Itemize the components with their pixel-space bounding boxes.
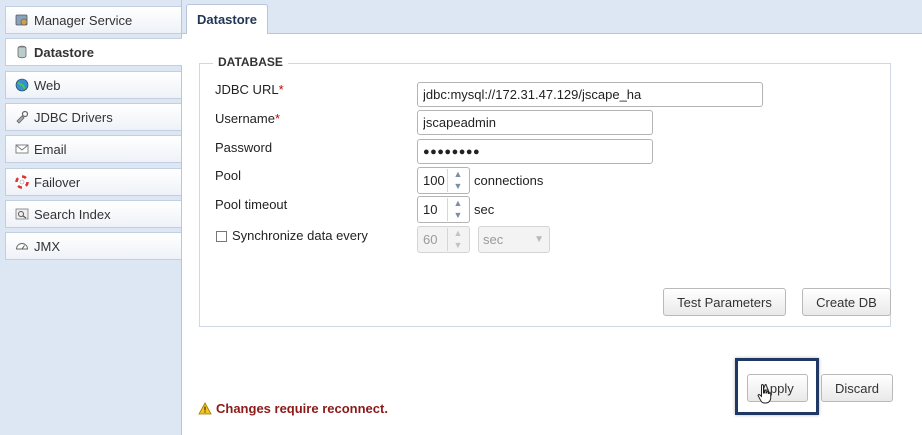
jdbc-url-label-text: JDBC URL (215, 82, 279, 97)
pool-timeout-stepper[interactable]: 10 ▲ ▼ (417, 196, 470, 223)
pool-value: 100 (423, 173, 445, 188)
username-label: Username* (215, 111, 280, 126)
hand-cursor-icon (757, 383, 773, 405)
sidebar-item-label: Web (34, 77, 61, 93)
pool-timeout-label: Pool timeout (215, 197, 288, 212)
chevron-down-icon[interactable]: ▼ (448, 181, 468, 193)
sync-unit-value: sec (483, 232, 504, 247)
chevron-down-icon: ▼ (534, 234, 544, 245)
pool-label: Pool (215, 168, 242, 183)
pool-timeout-unit: sec (474, 202, 495, 217)
sidebar-item-email[interactable]: Email (5, 135, 181, 163)
tab-datastore[interactable]: Datastore (186, 4, 268, 34)
sidebar-item-failover[interactable]: Failover (5, 168, 181, 196)
create-db-button[interactable]: Create DB (802, 288, 891, 316)
gauge-icon (15, 239, 29, 253)
chevron-up-icon: ▲ (453, 228, 463, 239)
sidebar-item-jdbc-drivers[interactable]: JDBC Drivers (5, 103, 181, 131)
sidebar-item-label: Failover (34, 174, 81, 190)
warning-icon (198, 402, 212, 415)
service-icon (15, 13, 29, 27)
username-input[interactable] (417, 110, 653, 135)
database-legend: DATABASE (213, 55, 288, 69)
search-index-icon (15, 207, 29, 221)
sidebar-item-manager-service[interactable]: Manager Service (5, 6, 181, 34)
sync-interval-stepper: 60 ▲ ▼ (417, 226, 470, 253)
password-label: Password (215, 140, 273, 155)
synchronize-label: Synchronize data every (232, 228, 368, 243)
main-panel: Datastore DATABASE JDBC URL* Username* P… (182, 0, 922, 435)
sidebar-item-jmx[interactable]: JMX (5, 232, 181, 260)
envelope-icon (15, 142, 29, 156)
sidebar-item-label: JDBC Drivers (34, 109, 113, 125)
chevron-up-icon[interactable]: ▲ (448, 169, 468, 181)
sidebar-item-label: Datastore (34, 44, 94, 60)
jdbc-url-label: JDBC URL* (215, 82, 284, 97)
sidebar-item-web[interactable]: Web (5, 71, 181, 99)
discard-button[interactable]: Discard (821, 374, 893, 402)
sidebar-item-datastore[interactable]: Datastore (5, 38, 183, 66)
chevron-up-icon[interactable]: ▲ (448, 198, 468, 210)
sidebar-item-label: Search Index (34, 206, 111, 222)
chevron-down-icon[interactable]: ▼ (448, 210, 468, 222)
pool-timeout-value: 10 (423, 202, 438, 217)
globe-icon (15, 78, 29, 92)
required-mark: * (278, 82, 284, 97)
test-parameters-button[interactable]: Test Parameters (663, 288, 786, 316)
reconnect-warning: Changes require reconnect. (198, 401, 388, 416)
pool-stepper[interactable]: 100 ▲ ▼ (417, 167, 470, 194)
apply-highlight (735, 358, 819, 415)
sidebar-item-label: JMX (34, 238, 60, 254)
database-icon (15, 45, 29, 59)
chevron-down-icon: ▼ (453, 239, 463, 250)
username-label-text: Username (215, 111, 275, 126)
synchronize-checkbox[interactable] (216, 231, 227, 242)
jdbc-url-input[interactable] (417, 82, 763, 107)
password-input[interactable]: ●●●●●●●● (417, 139, 653, 164)
lifebuoy-icon (15, 175, 29, 189)
pool-unit: connections (474, 173, 544, 188)
sync-unit-select: sec ▼ (478, 226, 550, 253)
sidebar-item-search-index[interactable]: Search Index (5, 200, 181, 228)
warning-text: Changes require reconnect. (216, 401, 388, 416)
sidebar-item-label: Email (34, 141, 67, 157)
sidebar-item-label: Manager Service (34, 12, 133, 28)
required-mark: * (274, 111, 281, 126)
driver-icon (15, 110, 29, 124)
sidebar: Manager Service Datastore Web JDBC Drive… (0, 0, 183, 435)
sync-interval-value: 60 (423, 232, 438, 247)
tab-bar: Datastore (182, 0, 922, 34)
